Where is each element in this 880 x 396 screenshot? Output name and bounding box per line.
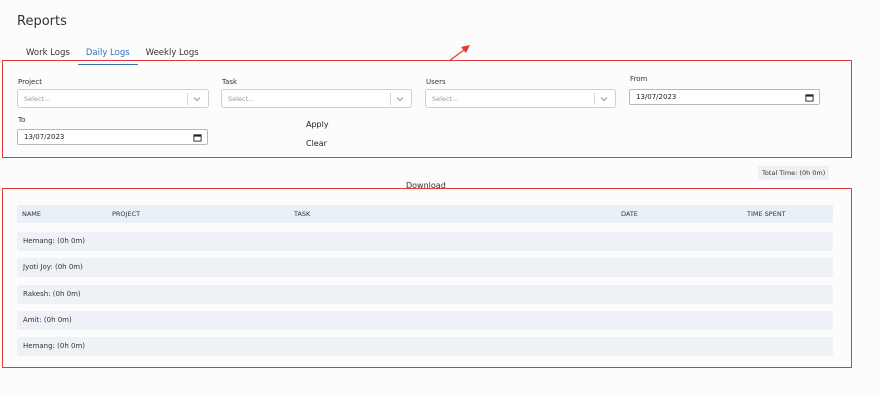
page-title: Reports	[17, 14, 67, 29]
col-header-date: DATE	[621, 210, 638, 218]
apply-button[interactable]: Apply	[306, 120, 329, 129]
task-label: Task	[222, 78, 238, 86]
users-label: Users	[426, 78, 446, 86]
task-select[interactable]: Select...	[221, 89, 412, 108]
select-separator	[390, 93, 391, 105]
to-date-value: 13/07/2023	[24, 133, 65, 141]
chevron-down-icon	[396, 97, 404, 102]
col-header-time-spent: TIME SPENT	[747, 210, 786, 218]
table-row: Rakesh: (0h 0m)	[17, 285, 833, 304]
row-name: Rakesh: (0h 0m)	[23, 290, 81, 298]
row-name: Hemang: (0h 0m)	[23, 237, 85, 245]
users-select-placeholder: Select...	[432, 95, 459, 103]
table-row: Jyoti Joy: (0h 0m)	[17, 258, 833, 277]
table-header: NAME PROJECT TASK DATE TIME SPENT	[17, 205, 833, 223]
col-header-name: NAME	[22, 210, 42, 218]
project-select[interactable]: Select...	[17, 89, 209, 108]
table-row: Amit: (0h 0m)	[17, 311, 833, 330]
row-name: Amit: (0h 0m)	[23, 316, 72, 324]
chevron-down-icon	[600, 97, 608, 102]
task-select-placeholder: Select...	[228, 95, 255, 103]
col-header-project: PROJECT	[112, 210, 141, 218]
project-label: Project	[18, 78, 42, 86]
select-separator	[187, 93, 188, 105]
users-select[interactable]: Select...	[425, 89, 616, 108]
total-time-badge: Total Time: (0h 0m)	[758, 166, 830, 180]
chevron-down-icon	[193, 97, 201, 102]
row-name: Hemang: (0h 0m)	[23, 342, 85, 350]
col-header-task: TASK	[294, 210, 311, 218]
select-separator	[594, 93, 595, 105]
from-label: From	[630, 75, 648, 83]
to-label: To	[18, 116, 26, 124]
table-row: Hemang: (0h 0m)	[17, 337, 833, 356]
clear-button[interactable]: Clear	[306, 139, 327, 148]
from-date-value: 13/07/2023	[636, 93, 677, 101]
calendar-icon[interactable]	[193, 133, 202, 142]
calendar-icon[interactable]	[805, 93, 814, 102]
table-row: Hemang: (0h 0m)	[17, 232, 833, 251]
project-select-placeholder: Select...	[24, 95, 51, 103]
from-date-input[interactable]: 13/07/2023	[629, 89, 820, 105]
to-date-input[interactable]: 13/07/2023	[17, 129, 208, 145]
row-name: Jyoti Joy: (0h 0m)	[23, 263, 83, 271]
